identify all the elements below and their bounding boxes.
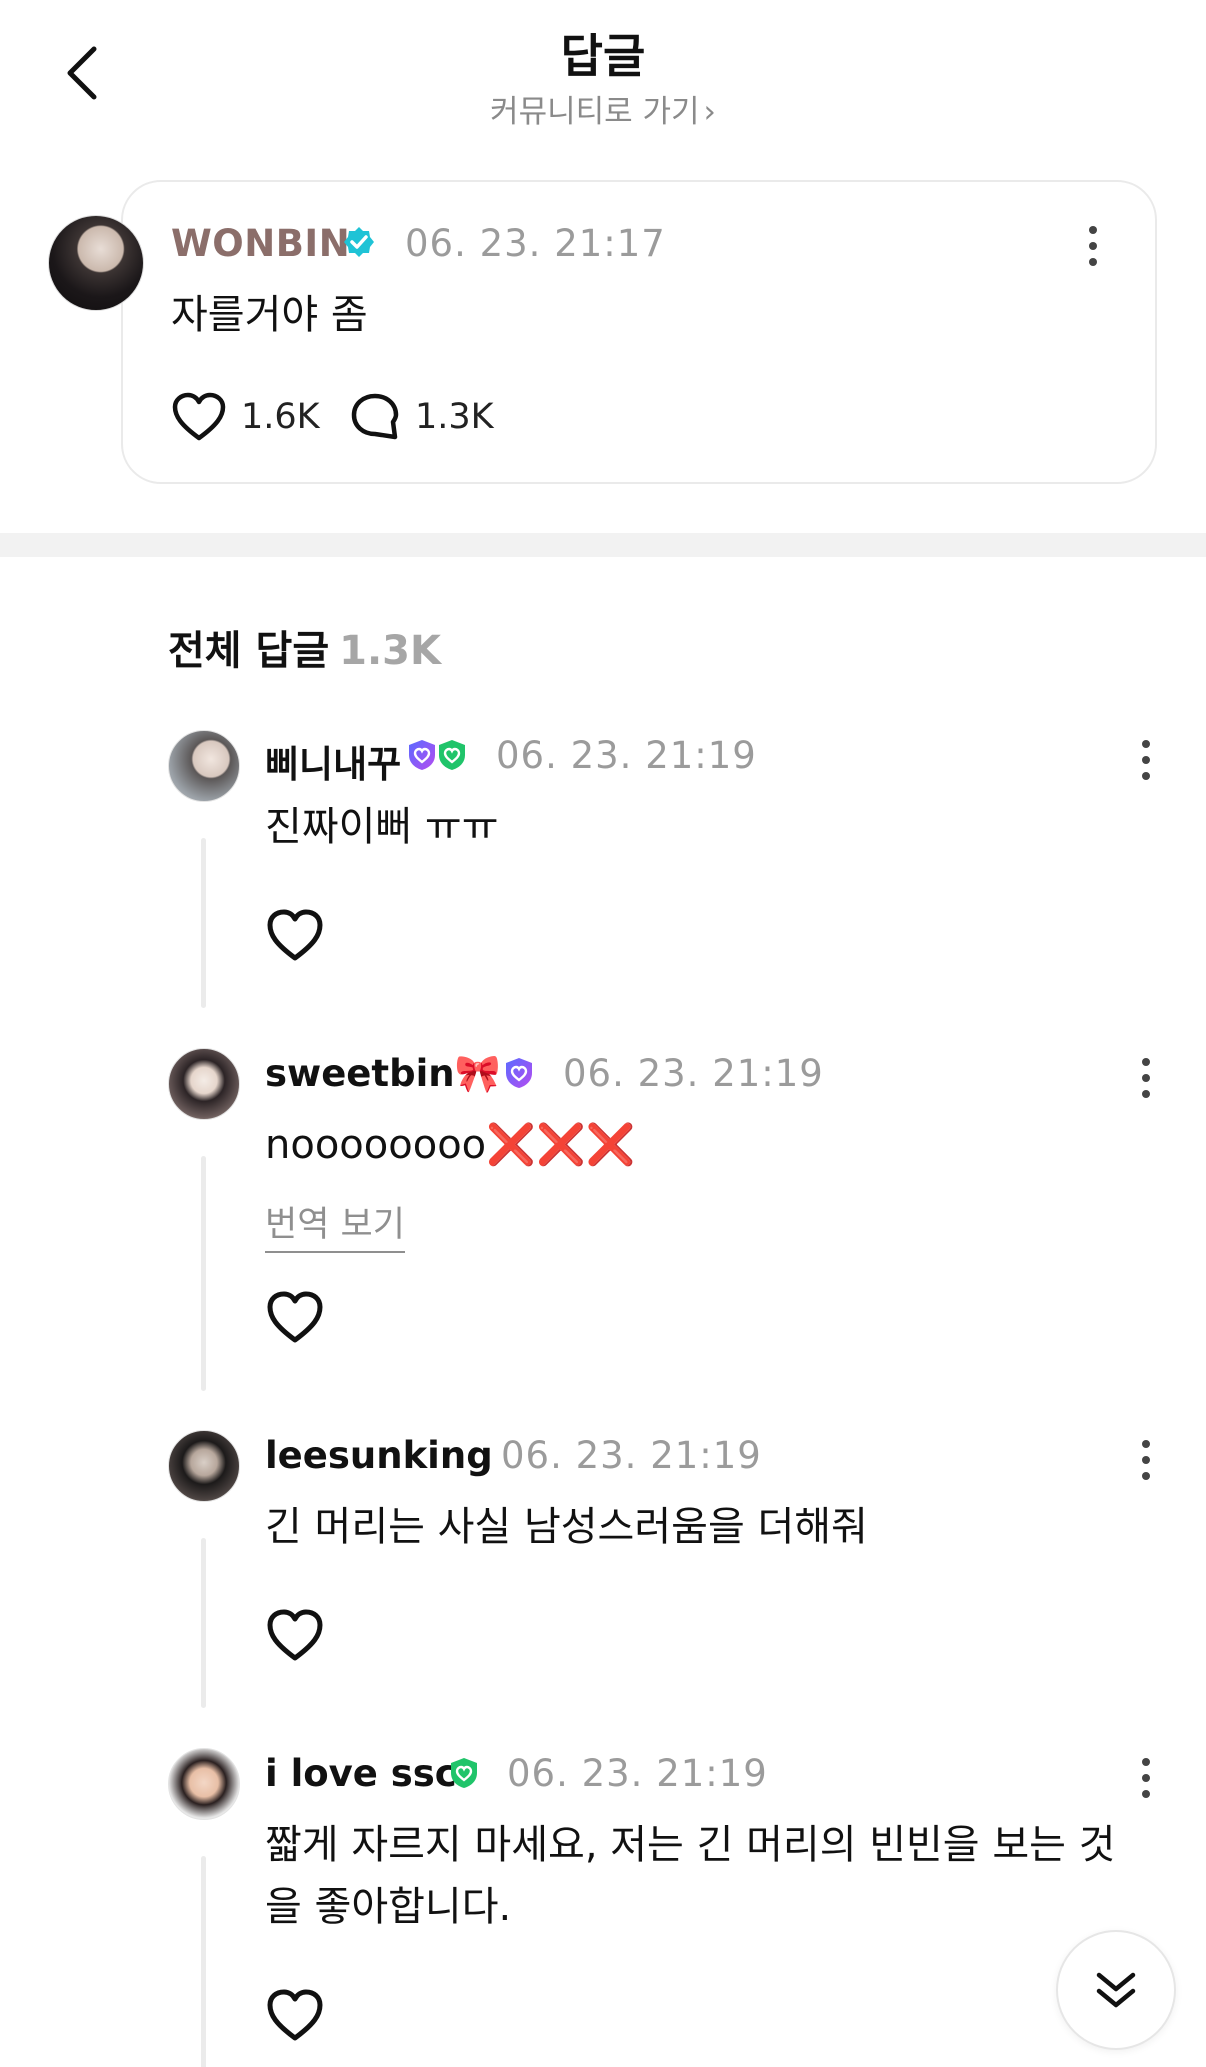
reply-body: 긴 머리는 사실 남성스러움을 더해줘 (265, 1504, 868, 1550)
thread-line (201, 838, 206, 1008)
original-post-card: WONBIN 06. 23. 21:17 자를거야 좀 1.6K 1.3K (121, 180, 1157, 484)
heart-outline-icon (172, 392, 226, 441)
avatar[interactable] (168, 1430, 240, 1502)
chevron-right-icon: › (703, 94, 716, 130)
thread-line (201, 1538, 206, 1708)
post-comment-button[interactable]: 1.3K (349, 392, 494, 442)
post-like-count: 1.6K (241, 397, 320, 437)
top-bar: 답글 커뮤니티로 가기 › (0, 0, 1206, 150)
thread-line (201, 1156, 206, 1391)
reply-item: sweetbin🎀 06. 23. 21:19 noooooooo❌❌❌ 번역 … (0, 1048, 1206, 1391)
purple-shield-heart-badge-icon (409, 740, 435, 770)
heart-outline-icon[interactable] (265, 1988, 325, 2044)
page-title: 답글 (560, 29, 646, 83)
reply-author[interactable]: leesunking (265, 1434, 493, 1477)
all-replies-label: 전체 답글 (168, 628, 330, 674)
translate-link[interactable]: 번역 보기 (265, 1196, 405, 1253)
reply-timestamp: 06. 23. 21:19 (501, 1434, 762, 1477)
avatar[interactable] (168, 1048, 240, 1120)
verified-badge-icon (344, 227, 374, 257)
green-shield-heart-badge-icon (451, 1758, 477, 1788)
more-vertical-icon[interactable] (1140, 1056, 1152, 1100)
reply-badges (405, 738, 469, 772)
reply-timestamp: 06. 23. 21:19 (563, 1052, 824, 1095)
scroll-to-bottom-button[interactable] (1056, 1930, 1176, 2050)
heart-outline-icon[interactable] (265, 1608, 325, 1664)
more-vertical-icon[interactable] (1140, 1438, 1152, 1482)
reply-author[interactable]: 삐니내꾸 (265, 734, 401, 788)
green-shield-heart-badge-icon (439, 740, 465, 770)
reply-timestamp: 06. 23. 21:19 (496, 734, 757, 777)
reply-item: leesunking 06. 23. 21:19 긴 머리는 사실 남성스러움을… (0, 1430, 1206, 1720)
reply-author[interactable]: i love ssc (265, 1752, 457, 1795)
post-body: 자를거야 좀 (171, 292, 368, 338)
heart-outline-icon[interactable] (265, 908, 325, 964)
community-link-label: 커뮤니티로 가기 (490, 94, 700, 130)
reply-author[interactable]: sweetbin🎀 (265, 1052, 501, 1096)
double-chevron-down-icon (1096, 1972, 1136, 2008)
section-divider (0, 533, 1206, 557)
post-like-button[interactable]: 1.6K (171, 392, 320, 442)
heart-outline-icon[interactable] (265, 1290, 325, 1346)
post-timestamp: 06. 23. 21:17 (405, 222, 666, 265)
reply-badges (502, 1056, 536, 1090)
post-author[interactable]: WONBIN (171, 222, 350, 265)
all-replies-heading: 전체 답글 1.3K (168, 618, 441, 676)
more-vertical-icon[interactable] (1140, 1756, 1152, 1800)
reply-body: 진짜이뻐 ㅠㅠ (265, 804, 499, 850)
reply-body: 짧게 자르지 마세요, 저는 긴 머리의 빈빈을 보는 것을 좋아합니다. (265, 1822, 1116, 1930)
reply-badges (447, 1756, 481, 1790)
reply-item: 삐니내꾸 06. 23. 21:19 진짜이뻐 ㅠㅠ (0, 730, 1206, 1020)
purple-shield-heart-badge-icon (506, 1058, 532, 1088)
avatar[interactable] (168, 1748, 240, 1820)
go-to-community-link[interactable]: 커뮤니티로 가기 › (0, 86, 1206, 131)
post-comment-count: 1.3K (415, 397, 494, 437)
avatar[interactable] (168, 730, 240, 802)
post-author-avatar[interactable] (48, 215, 144, 311)
all-replies-count: 1.3K (339, 628, 441, 674)
reply-item: i love ssc 06. 23. 21:19 짧게 자르지 마세요, 저는 … (0, 1748, 1206, 2067)
more-vertical-icon[interactable] (1087, 224, 1099, 268)
thread-line (201, 1856, 206, 2067)
more-vertical-icon[interactable] (1140, 738, 1152, 782)
reply-timestamp: 06. 23. 21:19 (507, 1752, 768, 1795)
reply-body: noooooooo❌❌❌ (265, 1122, 636, 1168)
speech-bubble-icon (351, 393, 399, 440)
